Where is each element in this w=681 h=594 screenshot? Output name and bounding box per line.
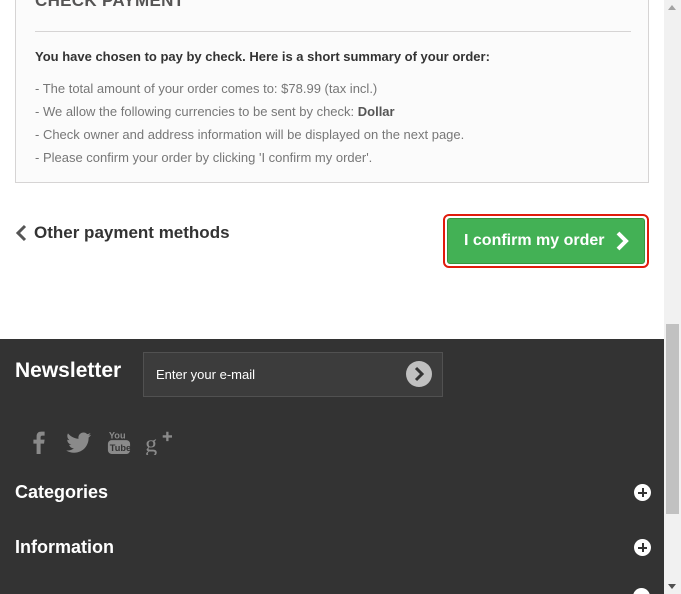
chevron-right-icon xyxy=(617,231,630,251)
summary-line-total: - The total amount of your order comes t… xyxy=(35,81,378,96)
arrow-right-icon xyxy=(414,366,425,382)
scroll-up-arrow-icon[interactable] xyxy=(668,5,676,10)
back-link-label: Other payment methods xyxy=(34,223,230,242)
summary-heading: You have chosen to pay by check. Here is… xyxy=(35,49,490,64)
facebook-link[interactable] xyxy=(24,427,54,457)
youtube-link[interactable]: You Tube xyxy=(104,427,134,457)
scrollbar-thumb[interactable] xyxy=(666,324,679,514)
svg-text:g: g xyxy=(145,430,157,455)
main-content: CHECK PAYMENT You have chosen to pay by … xyxy=(0,0,664,339)
currency-value: Dollar xyxy=(357,104,395,119)
svg-text:You: You xyxy=(109,430,126,440)
currency-prefix: - We allow the following currencies to b… xyxy=(35,104,358,119)
newsletter-form xyxy=(143,352,443,397)
plus-circle-icon xyxy=(634,484,651,501)
summary-line-owner: - Check owner and address information wi… xyxy=(35,127,465,142)
newsletter-email-input[interactable] xyxy=(144,353,394,396)
footer-section-categories[interactable]: Categories xyxy=(15,482,651,503)
page-scrollbar[interactable] xyxy=(664,0,681,594)
google-plus-link[interactable]: g xyxy=(144,427,174,457)
confirm-button-highlight: I confirm my order xyxy=(443,214,649,268)
newsletter-title: Newsletter xyxy=(15,359,122,382)
twitter-icon xyxy=(66,432,92,453)
plus-circle-icon xyxy=(634,539,651,556)
confirm-button-label: I confirm my order xyxy=(464,232,605,249)
divider xyxy=(35,31,631,32)
summary-line-currency: - We allow the following currencies to b… xyxy=(35,104,395,119)
footer: Newsletter You Tube xyxy=(0,339,664,594)
social-links: You Tube g xyxy=(24,427,184,457)
newsletter-submit-button[interactable] xyxy=(406,361,432,387)
scroll-down-arrow-icon[interactable] xyxy=(668,584,676,589)
google-plus-icon: g xyxy=(145,430,172,455)
youtube-icon: You Tube xyxy=(107,430,131,454)
confirm-order-button[interactable]: I confirm my order xyxy=(447,218,645,264)
chevron-left-icon xyxy=(15,224,27,242)
twitter-link[interactable] xyxy=(64,427,94,457)
payment-title: CHECK PAYMENT xyxy=(35,0,185,10)
payment-summary-box: CHECK PAYMENT You have chosen to pay by … xyxy=(15,0,649,183)
other-payment-methods-link[interactable]: Other payment methods xyxy=(15,223,230,243)
summary-line-confirm: - Please confirm your order by clicking … xyxy=(35,150,373,165)
svg-text:Tube: Tube xyxy=(110,443,131,453)
footer-section-information[interactable]: Information xyxy=(15,537,651,558)
footer-section-label: Information xyxy=(15,537,114,557)
footer-section-label: Categories xyxy=(15,482,109,502)
facebook-icon xyxy=(33,431,45,454)
